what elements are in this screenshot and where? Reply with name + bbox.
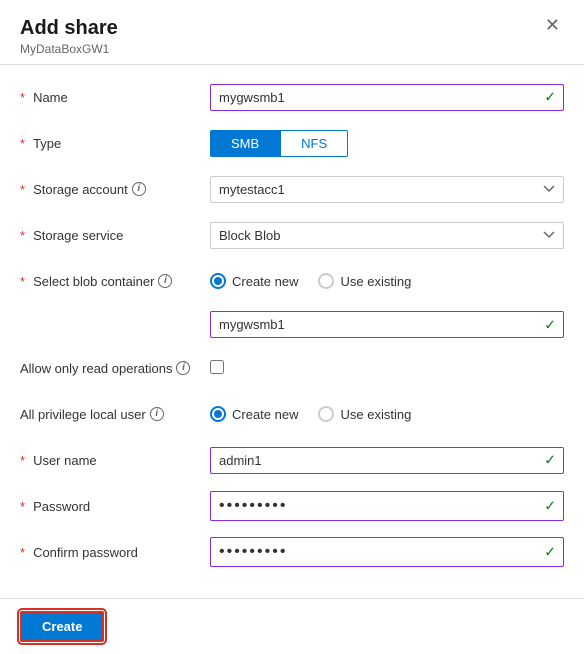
type-control: SMB NFS — [210, 130, 564, 157]
allow-read-checkbox[interactable] — [210, 360, 224, 374]
smb-button[interactable]: SMB — [210, 130, 280, 157]
blob-create-new-label: Create new — [232, 274, 298, 289]
password-input[interactable] — [210, 491, 564, 521]
privilege-create-new-label: Create new — [232, 407, 298, 422]
password-row: * Password ✓ — [20, 490, 564, 522]
username-required-star: * — [20, 453, 25, 468]
storage-required-star: * — [20, 182, 25, 197]
blob-create-new-option[interactable]: Create new — [210, 273, 298, 289]
blob-container-info-icon[interactable]: i — [158, 274, 172, 288]
allow-read-row: Allow only read operations i — [20, 352, 564, 384]
blob-create-new-radio[interactable] — [210, 273, 226, 289]
username-control: ✓ — [210, 447, 564, 474]
privilege-label: All privilege local user i — [20, 407, 210, 422]
privilege-use-existing-option[interactable]: Use existing — [318, 406, 411, 422]
service-required-star: * — [20, 228, 25, 243]
password-label: * Password — [20, 499, 210, 514]
name-label: * Name — [20, 90, 210, 105]
storage-account-control: mytestacc1 — [210, 176, 564, 203]
blob-container-name-wrapper: ✓ — [210, 311, 564, 338]
add-share-dialog: Add share MyDataBoxGW1 ✕ * Name ✓ * Type — [0, 0, 584, 654]
name-input[interactable] — [210, 84, 564, 111]
header-text: Add share MyDataBoxGW1 — [20, 16, 118, 56]
blob-container-name-input[interactable] — [210, 311, 564, 338]
password-checkmark: ✓ — [544, 498, 556, 515]
password-control: ✓ — [210, 491, 564, 521]
dialog-header: Add share MyDataBoxGW1 ✕ — [0, 0, 584, 65]
allow-read-info-icon[interactable]: i — [176, 361, 190, 375]
privilege-create-new-option[interactable]: Create new — [210, 406, 298, 422]
confirm-password-label: * Confirm password — [20, 545, 210, 560]
close-button[interactable]: ✕ — [541, 16, 564, 34]
privilege-info-icon[interactable]: i — [150, 407, 164, 421]
name-control: ✓ — [210, 84, 564, 111]
allow-read-control — [210, 360, 564, 377]
confirm-password-row: * Confirm password ✓ — [20, 536, 564, 568]
blob-container-checkmark: ✓ — [544, 316, 556, 333]
password-input-wrapper: ✓ — [210, 491, 564, 521]
type-button-group: SMB NFS — [210, 130, 564, 157]
blob-radio-group: Create new Use existing — [210, 273, 564, 289]
username-input-wrapper: ✓ — [210, 447, 564, 474]
privilege-create-new-radio[interactable] — [210, 406, 226, 422]
username-row: * User name ✓ — [20, 444, 564, 476]
name-checkmark: ✓ — [544, 89, 556, 106]
confirm-password-checkmark: ✓ — [544, 544, 556, 561]
username-input[interactable] — [210, 447, 564, 474]
storage-service-select[interactable]: Block Blob — [210, 222, 564, 249]
dialog-subtitle: MyDataBoxGW1 — [20, 42, 118, 56]
storage-service-row: * Storage service Block Blob — [20, 219, 564, 251]
username-label: * User name — [20, 453, 210, 468]
confirm-password-control: ✓ — [210, 537, 564, 567]
name-row: * Name ✓ — [20, 81, 564, 113]
allow-read-label: Allow only read operations i — [20, 361, 210, 376]
name-required-star: * — [20, 90, 25, 105]
confirm-password-input[interactable] — [210, 537, 564, 567]
create-button[interactable]: Create — [20, 611, 104, 642]
type-label: * Type — [20, 136, 210, 151]
blob-use-existing-label: Use existing — [340, 274, 411, 289]
blob-required-star: * — [20, 274, 25, 289]
name-input-wrapper: ✓ — [210, 84, 564, 111]
blob-use-existing-option[interactable]: Use existing — [318, 273, 411, 289]
nfs-button[interactable]: NFS — [280, 130, 348, 157]
dialog-footer: Create — [0, 598, 584, 654]
privilege-row: All privilege local user i Create new Us… — [20, 398, 564, 430]
confirm-password-input-wrapper: ✓ — [210, 537, 564, 567]
storage-account-row: * Storage account i mytestacc1 — [20, 173, 564, 205]
type-row: * Type SMB NFS — [20, 127, 564, 159]
privilege-use-existing-radio[interactable] — [318, 406, 334, 422]
confirm-required-star: * — [20, 545, 25, 560]
password-required-star: * — [20, 499, 25, 514]
storage-account-info-icon[interactable]: i — [132, 182, 146, 196]
blob-container-row: * Select blob container i Create new Use… — [20, 265, 564, 297]
privilege-radio-group: Create new Use existing — [210, 406, 564, 422]
privilege-control: Create new Use existing — [210, 406, 564, 422]
blob-container-name-row: ✓ — [20, 311, 564, 338]
blob-container-radio-group: Create new Use existing — [210, 273, 564, 289]
storage-service-control: Block Blob — [210, 222, 564, 249]
type-required-star: * — [20, 136, 25, 151]
dialog-body: * Name ✓ * Type SMB NFS — [0, 65, 584, 598]
blob-use-existing-radio[interactable] — [318, 273, 334, 289]
privilege-use-existing-label: Use existing — [340, 407, 411, 422]
dialog-title: Add share — [20, 16, 118, 40]
blob-container-label: * Select blob container i — [20, 274, 210, 289]
storage-account-select[interactable]: mytestacc1 — [210, 176, 564, 203]
username-checkmark: ✓ — [544, 452, 556, 469]
storage-account-label: * Storage account i — [20, 182, 210, 197]
storage-service-label: * Storage service — [20, 228, 210, 243]
